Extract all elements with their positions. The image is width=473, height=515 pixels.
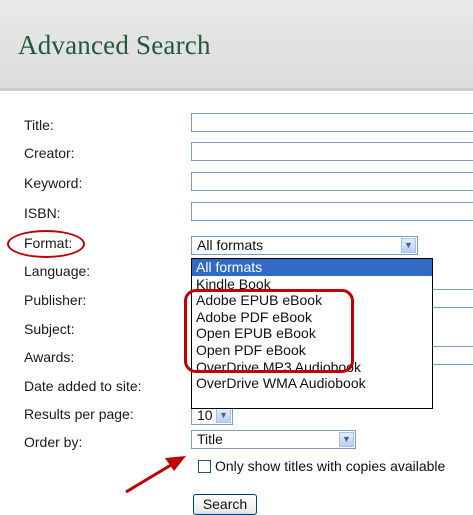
page-title: Advanced Search <box>18 30 211 60</box>
order-by-value: Title <box>197 431 223 447</box>
results-per-page-label: Results per page: <box>24 406 134 422</box>
format-select[interactable]: All formats ▼ <box>191 236 418 255</box>
isbn-label: ISBN: <box>24 205 61 221</box>
order-by-label: Order by: <box>24 434 83 450</box>
format-option-all-formats[interactable]: All formats <box>192 259 432 276</box>
results-per-page-value: 10 <box>197 407 213 423</box>
chevron-down-icon: ▼ <box>401 238 416 253</box>
page-header: Advanced Search <box>0 0 473 91</box>
subject-label: Subject: <box>24 321 75 337</box>
ebook-options-highlight <box>184 289 354 373</box>
language-label: Language: <box>24 263 91 279</box>
format-label-circle <box>7 230 85 258</box>
title-label: Title: <box>24 117 54 133</box>
order-by-select[interactable]: Title ▼ <box>191 430 356 449</box>
isbn-input[interactable] <box>191 202 473 221</box>
awards-label: Awards: <box>24 349 75 365</box>
format-option-overdrive-wma[interactable]: OverDrive WMA Audiobook <box>192 375 432 392</box>
creator-input[interactable] <box>191 142 473 161</box>
format-select-value: All formats <box>197 237 264 253</box>
keyword-label: Keyword: <box>24 175 83 191</box>
search-button[interactable]: Search <box>193 494 257 515</box>
copies-available-checkbox[interactable] <box>198 460 211 473</box>
copies-available-label[interactable]: Only show titles with copies available <box>215 458 445 474</box>
title-input[interactable] <box>191 113 473 132</box>
publisher-label: Publisher: <box>24 292 87 308</box>
date-added-label: Date added to site: <box>24 378 142 394</box>
keyword-input[interactable] <box>191 172 473 191</box>
chevron-down-icon: ▼ <box>339 432 354 447</box>
chevron-down-icon: ▼ <box>216 408 231 423</box>
creator-label: Creator: <box>24 145 75 161</box>
